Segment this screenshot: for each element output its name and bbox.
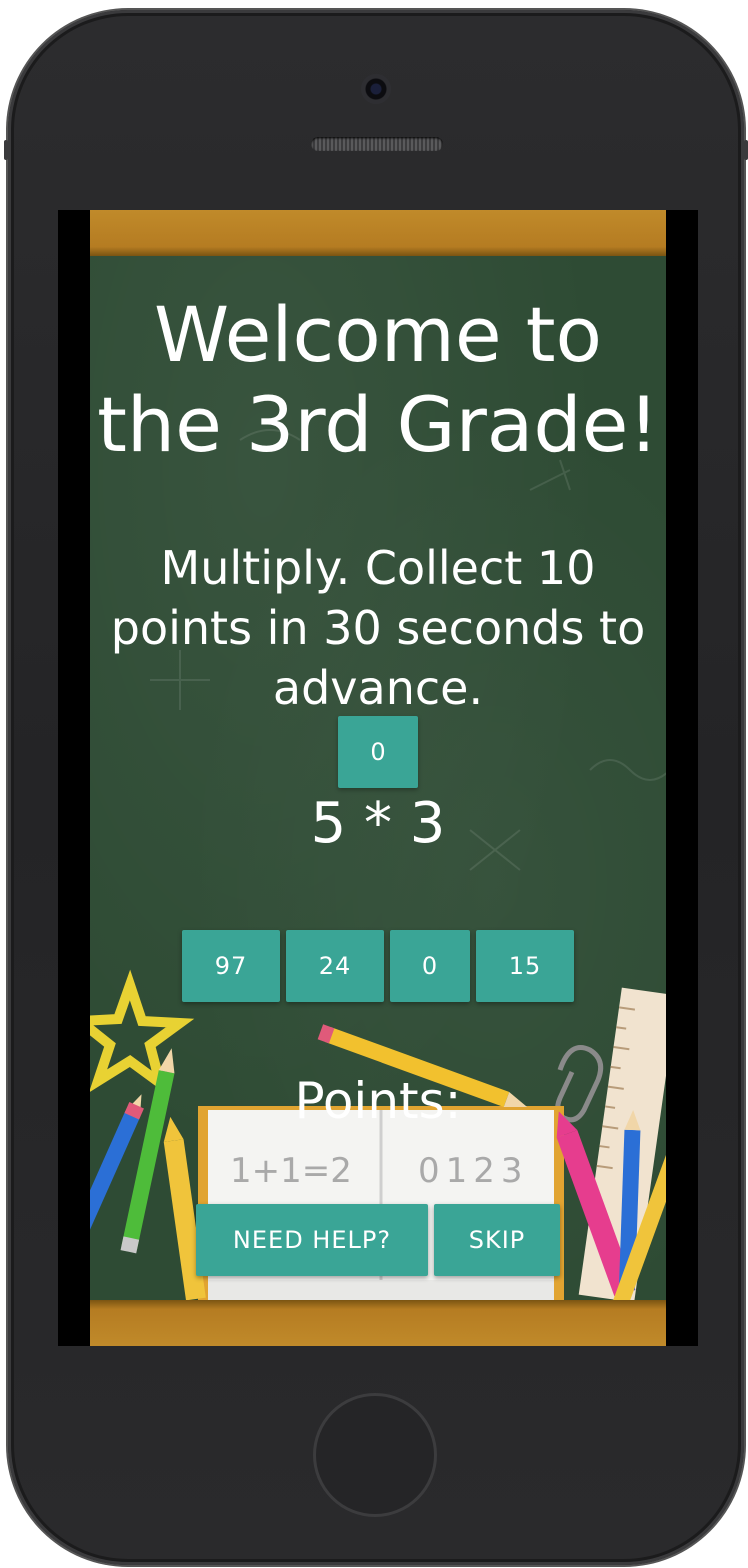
front-camera-icon [361, 74, 391, 104]
answer-button-4[interactable]: 15 [476, 930, 574, 1002]
points-label: Points: [294, 1072, 462, 1130]
answer-button-2[interactable]: 24 [286, 930, 384, 1002]
page-title: Welcome to the 3rd Grade! [90, 290, 666, 470]
math-problem: 5 * 3 [310, 791, 446, 856]
answer-button-3[interactable]: 0 [390, 930, 470, 1002]
volume-button [4, 140, 8, 160]
power-button [744, 140, 748, 160]
notebook-left-text: 1+1=2 [230, 1151, 352, 1191]
earpiece-speaker [311, 137, 443, 151]
answer-options: 97 24 0 15 [182, 930, 574, 1002]
home-button[interactable] [313, 1393, 437, 1517]
need-help-button[interactable]: NEED HELP? [196, 1204, 428, 1276]
game-screen: 1+1=2 0123 Welcome to the 3rd Grade! Mul… [90, 210, 666, 1346]
skip-button[interactable]: SKIP [434, 1204, 560, 1276]
answer-button-1[interactable]: 97 [182, 930, 280, 1002]
title-line-1: Welcome to [153, 290, 603, 379]
notebook-right-text: 0123 [418, 1151, 529, 1191]
instructions-text: Multiply. Collect 10 points in 30 second… [110, 541, 646, 715]
title-line-2: the 3rd Grade! [97, 380, 659, 469]
timer-badge: 0 [338, 716, 418, 788]
chalkboard-frame-bottom [90, 1300, 666, 1346]
action-buttons: NEED HELP? SKIP [196, 1204, 560, 1276]
